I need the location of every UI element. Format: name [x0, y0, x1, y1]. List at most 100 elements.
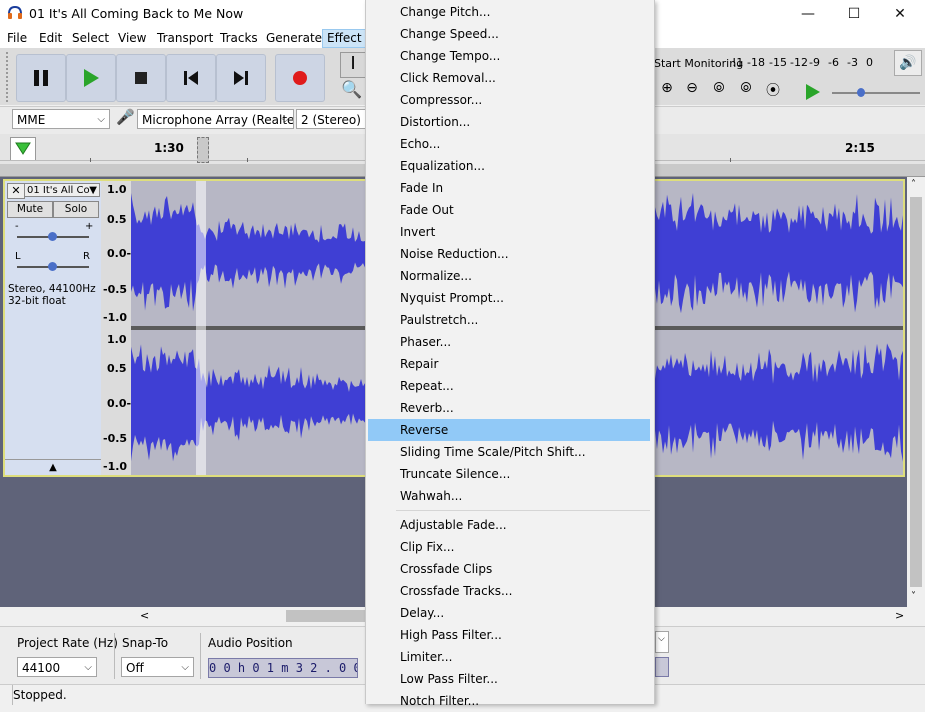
- effect-menu-item[interactable]: Fade Out: [368, 199, 650, 221]
- skip-to-start-button[interactable]: [166, 54, 216, 102]
- menu-view[interactable]: View: [118, 31, 146, 45]
- selection-tool-button[interactable]: I: [340, 52, 366, 78]
- play-speed-slider[interactable]: [832, 92, 920, 94]
- effect-menu-item[interactable]: High Pass Filter...: [368, 624, 650, 646]
- chevron-down-icon: ⌵: [84, 662, 92, 673]
- record-button[interactable]: [275, 54, 325, 102]
- audio-host-select[interactable]: MME ⌵: [12, 109, 110, 129]
- close-icon: ✕: [894, 6, 906, 22]
- effect-menu-item[interactable]: Repair: [368, 353, 650, 375]
- effect-menu-item[interactable]: Truncate Silence...: [368, 463, 650, 485]
- menu-generate[interactable]: Generate: [266, 31, 322, 45]
- pan-slider-thumb[interactable]: [48, 262, 57, 271]
- effect-menu-item[interactable]: Equalization...: [368, 155, 650, 177]
- maximize-button[interactable]: ☐: [831, 0, 877, 28]
- audio-position-field[interactable]: 0 0 h 0 1 m 3 2 . 0 0 0 s: [208, 658, 358, 678]
- close-window-button[interactable]: ✕: [877, 0, 923, 28]
- zoom-in-button[interactable]: ⊕: [656, 80, 678, 102]
- amplitude-scale[interactable]: 1.0 0.5 0.0- -0.5 -1.0 1.0 0.5 0.0- -0.5…: [101, 181, 131, 475]
- microphone-icon: 🎤: [116, 108, 135, 126]
- stop-button[interactable]: [116, 54, 166, 102]
- collapse-track-button[interactable]: ▲: [5, 459, 101, 476]
- effect-menu-item[interactable]: Normalize...: [368, 265, 650, 287]
- window-title: 01 It's All Coming Back to Me Now: [29, 6, 244, 21]
- effect-menu-item[interactable]: Noise Reduction...: [368, 243, 650, 265]
- effect-menu-item[interactable]: Reverse: [368, 419, 650, 441]
- effect-menu-item[interactable]: Repeat...: [368, 375, 650, 397]
- effect-menu-item[interactable]: Click Removal...: [368, 67, 650, 89]
- gain-slider-thumb[interactable]: [48, 232, 57, 241]
- divider: [200, 633, 201, 679]
- horizontal-scroll-thumb[interactable]: [286, 610, 366, 622]
- effect-menu-item[interactable]: Clip Fix...: [368, 536, 650, 558]
- scale-label: 1.0: [107, 183, 127, 196]
- effect-menu-item[interactable]: Notch Filter...: [368, 690, 650, 712]
- effect-menu-item[interactable]: Phaser...: [368, 331, 650, 353]
- start-monitoring-label[interactable]: Start Monitoring: [654, 57, 743, 70]
- effect-menu-item[interactable]: Delay...: [368, 602, 650, 624]
- effect-menu-item[interactable]: Fade In: [368, 177, 650, 199]
- effect-menu-item[interactable]: Change Pitch...: [368, 1, 650, 23]
- pan-right-label: R: [83, 251, 90, 262]
- effect-menu-item[interactable]: Sliding Time Scale/Pitch Shift...: [368, 441, 650, 463]
- meter-tick: -9: [809, 56, 820, 69]
- chevron-down-icon: ⌵: [97, 114, 105, 125]
- effect-menu-item[interactable]: Paulstretch...: [368, 309, 650, 331]
- menu-file[interactable]: File: [7, 31, 27, 45]
- track-menu-button[interactable]: 01 It's All Co ▼: [24, 183, 100, 197]
- menu-effect[interactable]: Effect: [322, 29, 367, 48]
- play-speed-thumb[interactable]: [857, 88, 865, 97]
- effect-menu-item[interactable]: Distortion...: [368, 111, 650, 133]
- effect-menu-item[interactable]: Crossfade Clips: [368, 558, 650, 580]
- recording-device-select[interactable]: Microphone Array (Realte ⌵: [137, 109, 294, 129]
- effect-menu-item[interactable]: Wahwah...: [368, 485, 650, 507]
- minimize-button[interactable]: —: [785, 0, 831, 28]
- effect-menu-item[interactable]: Low Pass Filter...: [368, 668, 650, 690]
- fit-project-button[interactable]: ⦾: [735, 80, 757, 102]
- selection-end-field[interactable]: [655, 657, 669, 677]
- snap-to-select[interactable]: Off ⌵: [121, 657, 194, 677]
- menu-select[interactable]: Select: [72, 31, 109, 45]
- effect-menu-item[interactable]: Adjustable Fade...: [368, 514, 650, 536]
- pinned-play-head-button[interactable]: [10, 137, 36, 161]
- effect-menu-item[interactable]: Limiter...: [368, 646, 650, 668]
- project-rate-select[interactable]: 44100 ⌵: [17, 657, 97, 677]
- solo-button[interactable]: Solo: [53, 201, 99, 218]
- play-at-speed-icon[interactable]: [804, 83, 822, 101]
- vertical-scroll-thumb[interactable]: [910, 197, 922, 587]
- speaker-button[interactable]: 🔊: [894, 50, 922, 76]
- menu-edit[interactable]: Edit: [39, 31, 62, 45]
- ruler-tick: [730, 158, 731, 162]
- effect-menu-item[interactable]: Echo...: [368, 133, 650, 155]
- effect-menu-item[interactable]: Crossfade Tracks...: [368, 580, 650, 602]
- vertical-scrollbar[interactable]: ˄ ˅: [907, 177, 925, 607]
- fit-selection-button[interactable]: ⦾: [708, 80, 730, 102]
- scroll-left-icon[interactable]: <: [140, 609, 149, 622]
- scroll-down-icon[interactable]: ˅: [911, 591, 916, 602]
- channels-select[interactable]: 2 (Stereo) Re: [296, 109, 366, 129]
- effect-menu-item[interactable]: Change Speed...: [368, 23, 650, 45]
- menu-separator: [396, 510, 650, 511]
- toolbar-grip[interactable]: [6, 52, 14, 102]
- menu-transport[interactable]: Transport: [157, 31, 213, 45]
- effect-menu-item[interactable]: Change Tempo...: [368, 45, 650, 67]
- pause-button[interactable]: [16, 54, 66, 102]
- effect-menu-item[interactable]: Invert: [368, 221, 650, 243]
- scale-label: 0.0-: [107, 397, 132, 410]
- mute-button[interactable]: Mute: [7, 201, 53, 218]
- scroll-right-icon[interactable]: >: [895, 609, 904, 622]
- zoom-tool-button[interactable]: 🔍: [340, 79, 364, 103]
- scroll-up-icon[interactable]: ˄: [911, 179, 916, 190]
- effect-menu-item[interactable]: Nyquist Prompt...: [368, 287, 650, 309]
- play-button[interactable]: [66, 54, 116, 102]
- effect-menu-item[interactable]: Reverb...: [368, 397, 650, 419]
- skip-to-end-button[interactable]: [216, 54, 266, 102]
- close-track-button[interactable]: ✕: [7, 183, 25, 199]
- zoom-in-icon: ⊕: [661, 80, 673, 96]
- zoom-toggle-button[interactable]: ⦿: [762, 80, 784, 102]
- menu-tracks[interactable]: Tracks: [220, 31, 258, 45]
- track-format-info: Stereo, 44100Hz: [8, 283, 96, 295]
- effect-menu-item[interactable]: Compressor...: [368, 89, 650, 111]
- zoom-out-button[interactable]: ⊖: [681, 80, 703, 102]
- selection-mode-select[interactable]: ⌵: [655, 631, 669, 653]
